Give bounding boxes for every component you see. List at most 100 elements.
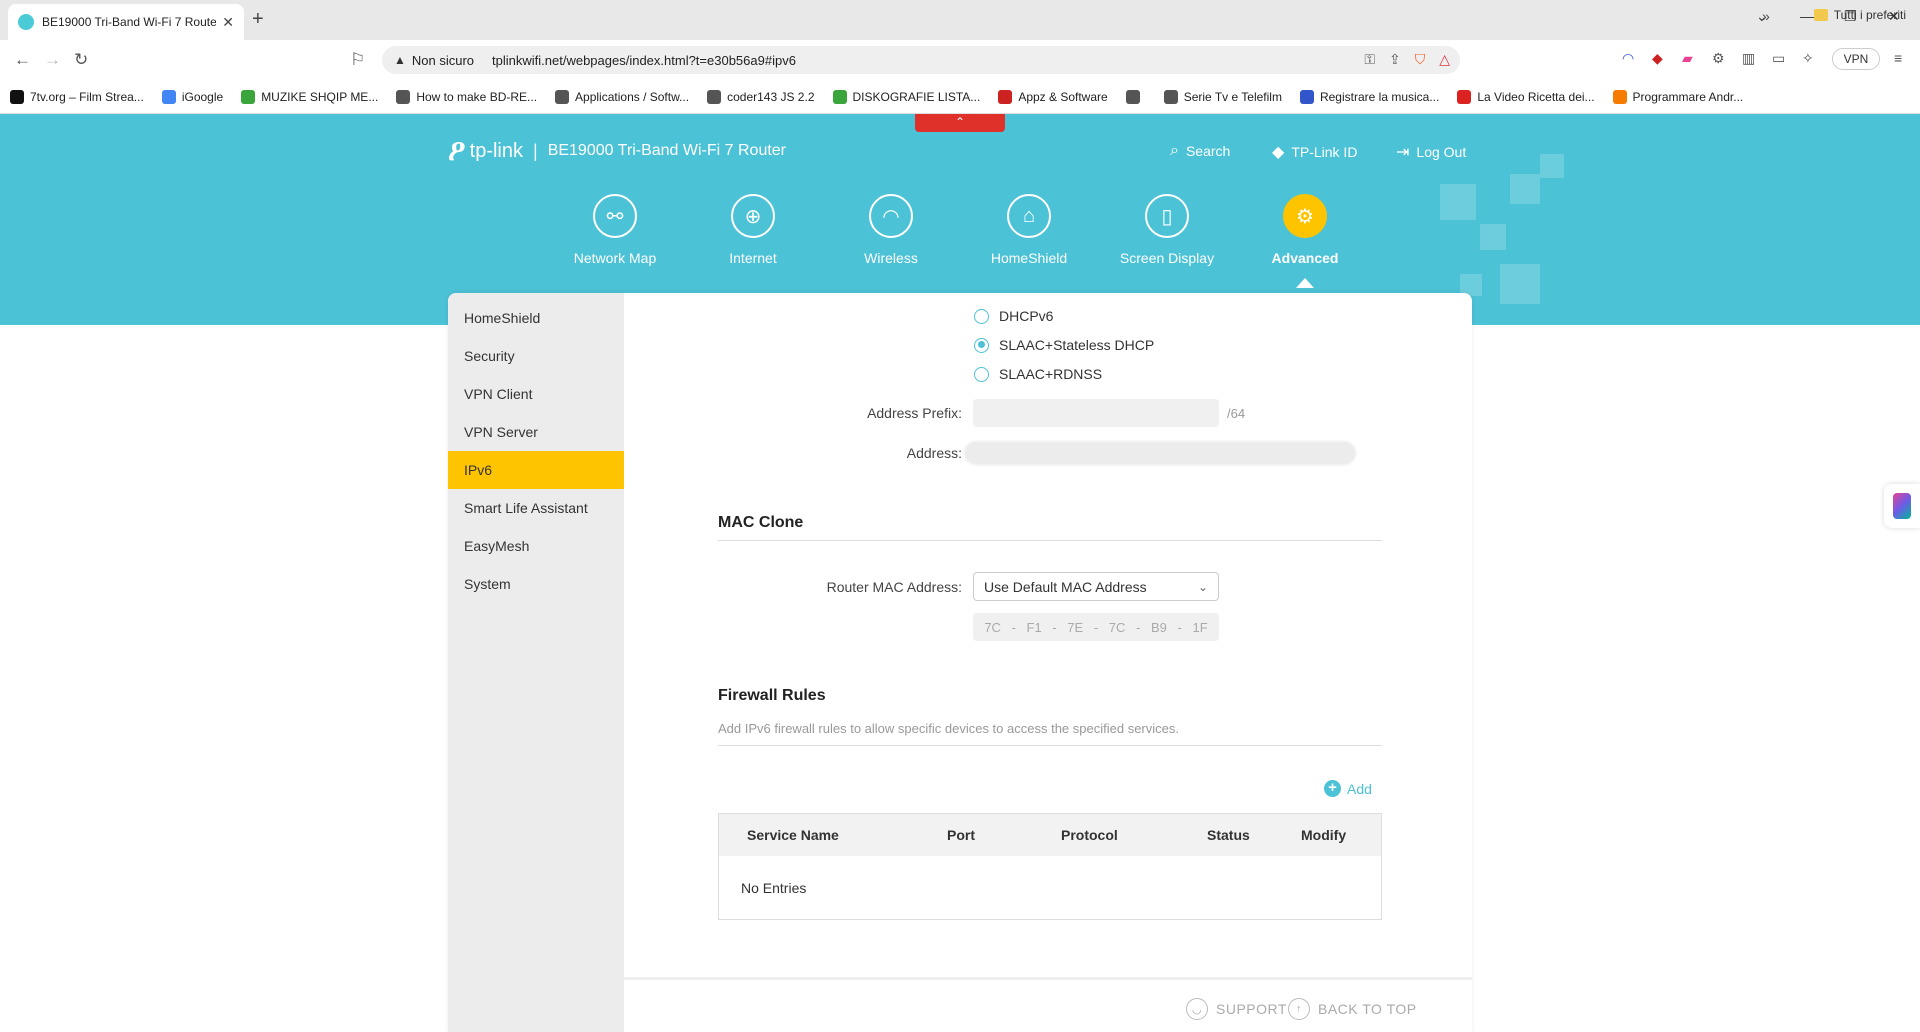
bookmark-favicon-icon [555,89,570,104]
advanced-sidebar: HomeShield Security VPN Client VPN Serve… [448,293,624,1032]
support-link[interactable]: ◡ SUPPORT [1186,998,1287,1020]
advanced-gear-icon: ⚙ [1283,194,1327,238]
bookmark-item[interactable]: La Video Ricetta dei... [1457,89,1595,104]
key-icon[interactable]: ⚿ [1364,51,1375,68]
table-body: No Entries [719,856,1381,919]
nav-internet[interactable]: ⊕ Internet [688,194,818,266]
brave-shield-icon[interactable]: ⛉ [1415,51,1426,68]
address-label: Address: [906,445,962,461]
share-icon[interactable]: ⇪ [1389,51,1401,68]
add-firewall-rule-button[interactable]: + Add [1324,780,1372,797]
back-icon[interactable]: ← [14,50,31,70]
bookmark-item[interactable] [1125,89,1146,104]
bookmark-label: Appz & Software [1018,89,1108,104]
bookmark-favicon-icon [998,89,1013,104]
bookmark-item[interactable]: MUZIKE SHQIP ME... [241,89,378,104]
sidebar-toggle-icon[interactable]: ▥ [1742,50,1755,67]
radio-slaac-rdnss[interactable]: SLAAC+RDNSS [974,366,1102,382]
bookmark-item[interactable]: iGoogle [161,89,223,104]
mac-clone-title: MAC Clone [718,514,804,531]
nav-wireless[interactable]: ◠ Wireless [826,194,956,266]
new-tab-icon[interactable]: + [252,8,264,31]
firewall-divider [718,745,1382,746]
close-tab-icon[interactable]: ✕ [222,14,234,31]
extension-colors-icon[interactable]: ▰ [1682,50,1693,67]
bookmark-item[interactable]: 7tv.org – Film Strea... [10,89,144,104]
minimize-icon[interactable]: — [1800,8,1814,24]
extension-shield-icon[interactable]: ◆ [1652,50,1663,67]
mac-dash: - [1052,619,1057,635]
bookmark-favicon-icon [832,89,847,104]
menu-icon[interactable]: ≡ [1894,50,1902,66]
radio-dhcpv6[interactable]: DHCPv6 [974,308,1053,324]
mac-clone-divider [718,540,1382,541]
browser-tab[interactable]: BE19000 Tri-Band Wi-Fi 7 Route ✕ [8,4,244,40]
sidebar-item-vpn-server[interactable]: VPN Server [448,413,624,451]
bookmark-item[interactable]: Programmare Andr... [1612,89,1743,104]
chevron-down-icon: ⌄ [1197,579,1208,594]
bookmark-item[interactable]: DISKOGRAFIE LISTA... [832,89,980,104]
forward-icon[interactable]: → [44,50,61,70]
sidebar-item-smart-life-assistant[interactable]: Smart Life Assistant [448,489,624,527]
sidebar-item-easymesh[interactable]: EasyMesh [448,527,624,565]
col-port: Port [947,827,975,843]
reload-icon[interactable]: ↻ [74,50,88,70]
mac-dash: - [1136,619,1141,635]
nav-label: HomeShield [990,250,1068,266]
leo-ai-icon[interactable]: ✧ [1802,50,1814,67]
bookmark-favicon-icon [1163,89,1178,104]
radio-button-selected[interactable] [974,337,989,353]
nav-advanced[interactable]: ⚙ Advanced [1240,194,1370,266]
floating-extension-button[interactable] [1884,484,1920,528]
headset-icon: ◡ [1186,998,1208,1020]
vpn-button[interactable]: VPN [1832,48,1880,70]
mac-octet: 1F [1192,619,1208,635]
address-bar[interactable]: ▲ Non sicuro tplinkwifi.net/webpages/ind… [382,46,1460,74]
sidebar-item-homeshield[interactable]: HomeShield [448,299,624,337]
sidebar-item-ipv6[interactable]: IPv6 [448,451,624,489]
bookmark-item[interactable]: How to make BD-RE... [396,89,537,104]
logout-link[interactable]: ⇥ Log Out [1396,142,1466,162]
insecure-label[interactable]: Non sicuro [412,53,474,68]
logout-icon: ⇥ [1396,144,1410,161]
bookmark-label: La Video Ricetta dei... [1477,89,1595,104]
bookmark-item[interactable]: coder143 JS 2.2 [707,89,815,104]
bookmark-page-icon[interactable]: ⚐ [350,50,365,70]
active-nav-caret [1296,278,1314,288]
bookmark-item[interactable]: Registrare la musica... [1299,89,1439,104]
nav-label: Network Map [573,250,657,266]
radio-button[interactable] [974,308,989,324]
radio-label: SLAAC+Stateless DHCP [999,337,1155,353]
bookmark-item[interactable]: Appz & Software [998,89,1108,104]
router-mac-label: Router MAC Address: [826,579,962,595]
back-to-top-link[interactable]: ↑ BACK TO TOP [1288,998,1417,1020]
tplink-id-link[interactable]: ◆ TP-Link ID [1272,142,1357,162]
arrow-up-icon: ↑ [1288,998,1310,1020]
sidebar-item-security[interactable]: Security [448,337,624,375]
extensions-puzzle-icon[interactable]: ⚙ [1712,50,1725,67]
nav-homeshield[interactable]: ⌂ HomeShield [964,194,1094,266]
sidebar-item-vpn-client[interactable]: VPN Client [448,375,624,413]
sidebar-item-system[interactable]: System [448,565,624,603]
nav-screen-display[interactable]: ▯ Screen Display [1102,194,1232,266]
search-link[interactable]: ⌕ Search [1170,142,1230,160]
warning-icon: ▲ [394,53,406,67]
radio-button[interactable] [974,366,989,382]
radio-label: DHCPv6 [999,308,1054,324]
more-bookmarks-icon[interactable]: » [1762,8,1770,24]
extension-icon[interactable]: ◠ [1622,50,1634,67]
brand-name: tp-link [469,139,523,162]
radio-slaac-stateless-dhcp[interactable]: SLAAC+Stateless DHCP [974,337,1154,353]
notification-ribbon[interactable]: ⌃ [915,114,1005,132]
nav-network-map[interactable]: ⚯ Network Map [550,194,680,266]
router-mac-select[interactable]: Use Default MAC Address ⌄ [973,572,1219,601]
url-text[interactable]: tplinkwifi.net/webpages/index.html?t=e30… [492,53,796,68]
col-modify: Modify [1301,827,1347,843]
bookmark-item[interactable]: Serie Tv e Telefilm [1163,89,1282,104]
bookmark-item[interactable]: Applications / Softw... [555,89,689,104]
all-bookmarks-folder[interactable]: Tutti i preferiti [1813,8,1906,22]
tplink-id-icon: ◆ [1272,144,1285,161]
homeshield-icon: ⌂ [1007,194,1051,238]
wallet-icon[interactable]: ▭ [1772,50,1785,67]
brave-rewards-icon[interactable]: △ [1439,51,1450,68]
